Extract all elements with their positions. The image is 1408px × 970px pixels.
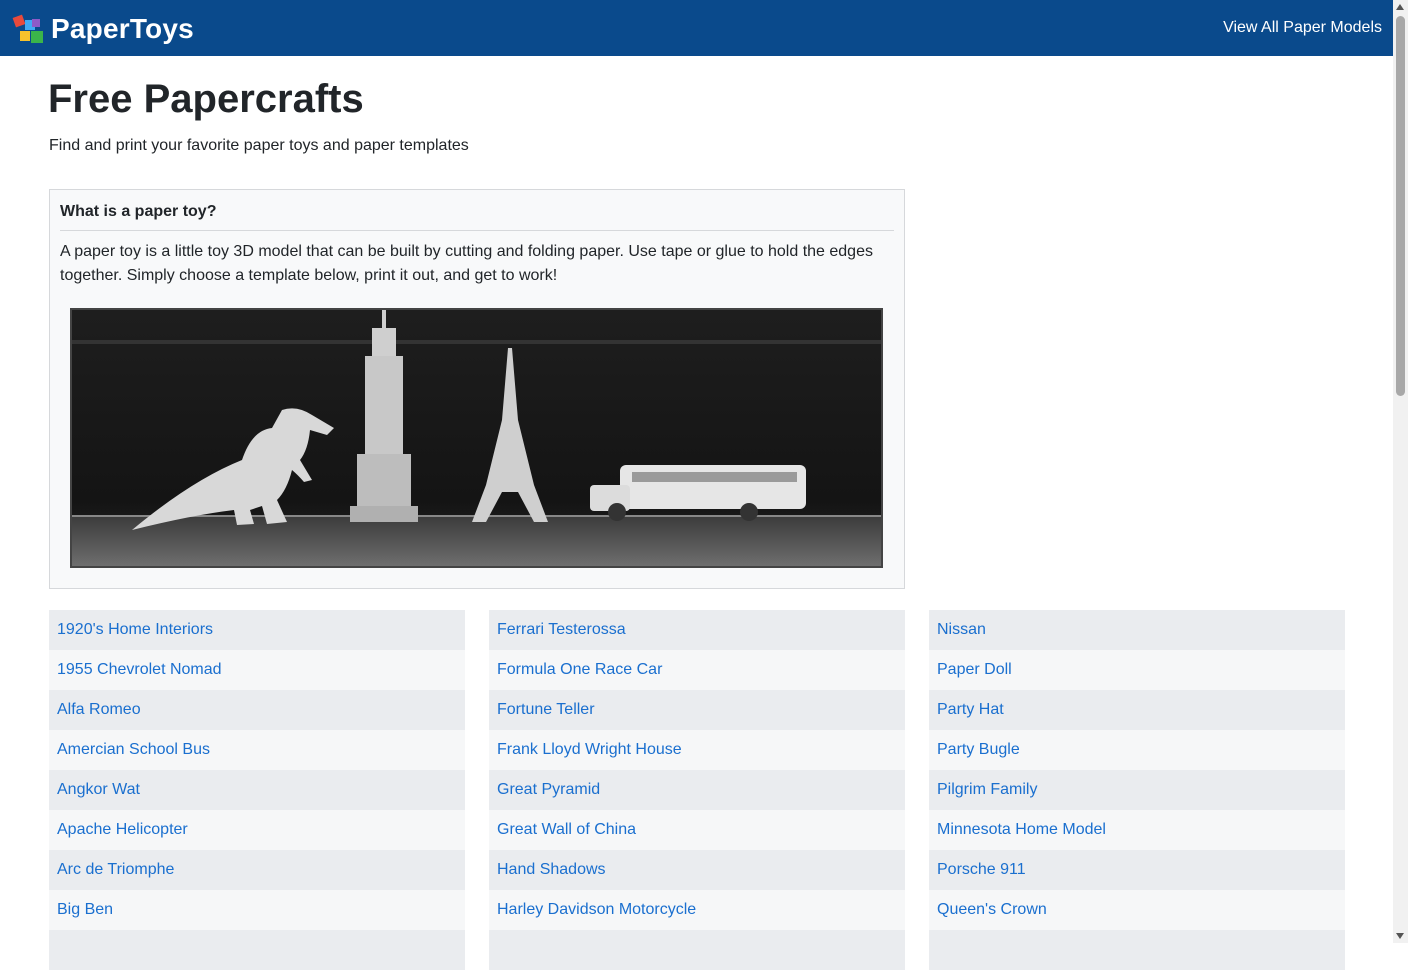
model-link[interactable]: Formula One Race Car	[489, 650, 905, 690]
brand-name: PaperToys	[51, 13, 194, 44]
models-column-2: Ferrari Testerossa Formula One Race Car …	[489, 610, 905, 970]
model-link[interactable]: Big Ben	[49, 890, 465, 930]
model-link[interactable]: Party Bugle	[929, 730, 1345, 770]
model-link[interactable]: Arc de Triomphe	[49, 850, 465, 890]
model-link[interactable]	[929, 930, 1345, 970]
model-link[interactable]	[489, 930, 905, 970]
model-link[interactable]: Queen's Crown	[929, 890, 1345, 930]
info-card-text: A paper toy is a little toy 3D model tha…	[60, 243, 873, 284]
info-card-divider	[60, 230, 894, 231]
model-link[interactable]: Paper Doll	[929, 650, 1345, 690]
brand-logo-link[interactable]: PaperToys	[12, 12, 194, 46]
paper-models-photo	[70, 308, 883, 568]
page-title: Free Papercrafts	[48, 77, 364, 121]
model-link[interactable]: Harley Davidson Motorcycle	[489, 890, 905, 930]
model-link[interactable]	[49, 930, 465, 970]
model-link[interactable]: Frank Lloyd Wright House	[489, 730, 905, 770]
model-link[interactable]: 1955 Chevrolet Nomad	[49, 650, 465, 690]
model-link[interactable]: Great Wall of China	[489, 810, 905, 850]
scroll-up-arrow-icon[interactable]	[1396, 4, 1404, 10]
model-link[interactable]: Great Pyramid	[489, 770, 905, 810]
paper-models-illustration	[72, 310, 881, 566]
model-link[interactable]: Fortune Teller	[489, 690, 905, 730]
info-card: What is a paper toy? A paper toy is a li…	[49, 189, 905, 589]
model-link[interactable]: Minnesota Home Model	[929, 810, 1345, 850]
model-link[interactable]: Alfa Romeo	[49, 690, 465, 730]
model-link[interactable]: Ferrari Testerossa	[489, 610, 905, 650]
page-subtitle: Find and print your favorite paper toys …	[49, 137, 469, 154]
page-scrollbar[interactable]	[1393, 0, 1408, 943]
view-all-models-link[interactable]: View All Paper Models	[1223, 19, 1382, 37]
model-link[interactable]: Amercian School Bus	[49, 730, 465, 770]
model-link[interactable]: 1920's Home Interiors	[49, 610, 465, 650]
puzzle-logo-icon	[12, 14, 43, 43]
models-column-1: 1920's Home Interiors 1955 Chevrolet Nom…	[49, 610, 465, 970]
model-link[interactable]: Party Hat	[929, 690, 1345, 730]
top-navbar: PaperToys View All Paper Models	[0, 0, 1393, 56]
model-link[interactable]: Pilgrim Family	[929, 770, 1345, 810]
model-link[interactable]: Nissan	[929, 610, 1345, 650]
model-link[interactable]: Apache Helicopter	[49, 810, 465, 850]
info-card-title: What is a paper toy?	[60, 203, 217, 220]
model-link[interactable]: Angkor Wat	[49, 770, 465, 810]
model-link[interactable]: Hand Shadows	[489, 850, 905, 890]
scrollbar-thumb[interactable]	[1396, 16, 1405, 396]
scroll-down-arrow-icon[interactable]	[1396, 933, 1404, 939]
model-link[interactable]: Porsche 911	[929, 850, 1345, 890]
models-column-3: Nissan Paper Doll Party Hat Party Bugle …	[929, 610, 1345, 970]
